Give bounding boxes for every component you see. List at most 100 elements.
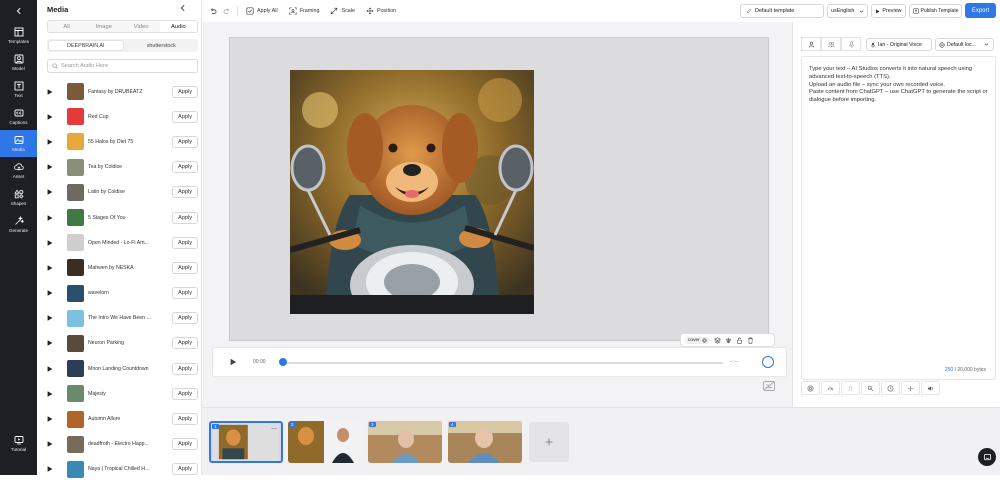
script-textarea[interactable]: Type your text – AI Studios converts it … (801, 56, 996, 380)
apply-track-button[interactable]: Apply (172, 135, 198, 148)
playback-track[interactable] (283, 362, 723, 364)
audio-track-row[interactable]: The Intro We Have Been ... Apply (47, 306, 198, 331)
rail-item-templates[interactable]: Templates (0, 22, 37, 49)
audio-track-row[interactable]: 5 Stages Of You Apply (47, 205, 198, 230)
apply-track-button[interactable]: Apply (172, 387, 198, 400)
single-speaker-tab[interactable] (801, 37, 821, 51)
tab-all[interactable]: All (48, 21, 86, 32)
loop-button[interactable] (762, 356, 774, 368)
audio-track-row[interactable]: Open Minded - Lo-Fi Am... Apply (47, 230, 198, 255)
scale-button[interactable]: Scale (330, 7, 355, 15)
word-replace-button[interactable] (861, 381, 880, 395)
audio-track-row[interactable]: Latin by Coldise Apply (47, 180, 198, 205)
apply-track-button[interactable]: Apply (172, 413, 198, 426)
play-track-button[interactable] (47, 464, 57, 474)
play-track-button[interactable] (47, 364, 57, 374)
chat-support-button[interactable] (978, 448, 996, 466)
audio-track-row[interactable]: Majesty Apply (47, 381, 198, 406)
language-select[interactable]: usEnglish (827, 4, 868, 18)
tab-video[interactable]: Video (122, 21, 160, 32)
audio-track-row[interactable]: Neuron Parking Apply (47, 331, 198, 356)
template-name-input[interactable]: Default template (740, 4, 824, 18)
collapse-rail-button[interactable] (0, 0, 37, 22)
play-track-button[interactable] (47, 112, 57, 122)
scene-thumbnail[interactable]: 2 (288, 421, 362, 463)
rail-item-generate[interactable]: Generate (0, 211, 37, 238)
apply-track-button[interactable]: Apply (172, 463, 198, 476)
layers-icon[interactable] (713, 336, 721, 344)
play-track-button[interactable] (47, 338, 57, 348)
play-track-button[interactable] (47, 213, 57, 223)
play-icon[interactable] (229, 358, 237, 366)
play-track-button[interactable] (47, 162, 57, 172)
lock-icon[interactable] (736, 337, 743, 344)
trash-icon[interactable] (747, 337, 754, 344)
dialogue-tab[interactable] (821, 37, 841, 51)
subtitle-toggle-icon[interactable] (763, 381, 775, 391)
scene-thumbnail[interactable]: 4 (448, 421, 522, 463)
scene-canvas[interactable] (229, 37, 769, 341)
audio-track-row[interactable]: Autumn Allure Apply (47, 406, 198, 431)
voice-select[interactable]: Ian - Original Voice (866, 38, 932, 51)
apply-track-button[interactable]: Apply (172, 362, 198, 375)
apply-track-button[interactable]: Apply (172, 287, 198, 300)
dog-motorcycle-image[interactable] (290, 70, 534, 314)
play-track-button[interactable] (47, 238, 57, 248)
play-track-button[interactable] (47, 187, 57, 197)
apply-track-button[interactable]: Apply (172, 211, 198, 224)
apply-track-button[interactable]: Apply (172, 236, 198, 249)
chevron-left-icon[interactable] (179, 4, 187, 12)
apply-all-button[interactable]: Apply All (246, 7, 278, 15)
apply-track-button[interactable]: Apply (172, 85, 198, 98)
close-icon[interactable] (701, 337, 707, 343)
apply-track-button[interactable]: Apply (172, 438, 198, 451)
play-track-button[interactable] (47, 87, 57, 97)
audio-track-row[interactable]: deadfroth - Electro Happ... Apply (47, 432, 198, 457)
audio-track-row[interactable]: Red Cup Apply (47, 104, 198, 129)
apply-track-button[interactable]: Apply (172, 110, 198, 123)
audio-track-row[interactable]: Naya | Tropical Chilled H... Apply (47, 457, 198, 482)
play-track-button[interactable] (47, 313, 57, 323)
apply-track-button[interactable]: Apply (172, 337, 198, 350)
locale-select[interactable]: Default loc... (935, 38, 994, 51)
apply-track-button[interactable]: Apply (172, 186, 198, 199)
audio-track-row[interactable]: Mahwen by NESKA Apply (47, 255, 198, 280)
scene-more-button[interactable]: ... (271, 424, 277, 431)
pronunciation-button[interactable] (841, 381, 860, 395)
redo-button[interactable] (223, 7, 231, 15)
play-track-button[interactable] (47, 263, 57, 273)
audio-track-row[interactable]: wavelorn Apply (47, 281, 198, 306)
add-scene-button[interactable] (529, 422, 569, 462)
play-track-button[interactable] (47, 389, 57, 399)
audio-search-input[interactable]: Search Audio Here (47, 59, 198, 73)
rail-item-captions[interactable]: Captions (0, 103, 37, 130)
rail-item-model[interactable]: Model (0, 49, 37, 76)
audio-track-row[interactable]: 55 Halos by Diet 75 Apply (47, 129, 198, 154)
tab-deepbrain[interactable]: DEEPBRAIN AI (48, 40, 124, 51)
apply-track-button[interactable]: Apply (172, 312, 198, 325)
scene-thumbnail[interactable]: 1 ... (209, 421, 283, 463)
preview-button[interactable]: Preview (871, 4, 906, 18)
cover-tag[interactable]: cover (685, 336, 710, 344)
tab-shutterstock[interactable]: shutterstock (125, 39, 199, 52)
apply-track-button[interactable]: Apply (172, 161, 198, 174)
position-button[interactable]: Position (366, 7, 396, 15)
rail-item-text[interactable]: Text (0, 76, 37, 103)
play-track-button[interactable] (47, 439, 57, 449)
play-track-button[interactable] (47, 414, 57, 424)
framing-button[interactable]: Framing (289, 7, 319, 15)
rail-item-asset[interactable]: Asset (0, 157, 37, 184)
rail-item-shapes[interactable]: Shapes (0, 184, 37, 211)
audio-upload-tab[interactable] (841, 37, 861, 51)
export-button[interactable]: Export (965, 3, 996, 18)
audio-track-row[interactable]: Tea by Coldise Apply (47, 155, 198, 180)
publish-template-button[interactable]: Publish Template (909, 4, 962, 18)
align-icon[interactable] (725, 337, 732, 344)
speed-button[interactable] (821, 381, 840, 395)
audio-track-row[interactable]: Fantasy by DRUBEATZ Apply (47, 79, 198, 104)
playhead-knob[interactable] (279, 358, 287, 366)
tab-image[interactable]: Image (85, 21, 123, 32)
rail-item-tutorial[interactable]: Tutorial (0, 430, 37, 457)
play-track-button[interactable] (47, 137, 57, 147)
split-button[interactable] (901, 381, 920, 395)
